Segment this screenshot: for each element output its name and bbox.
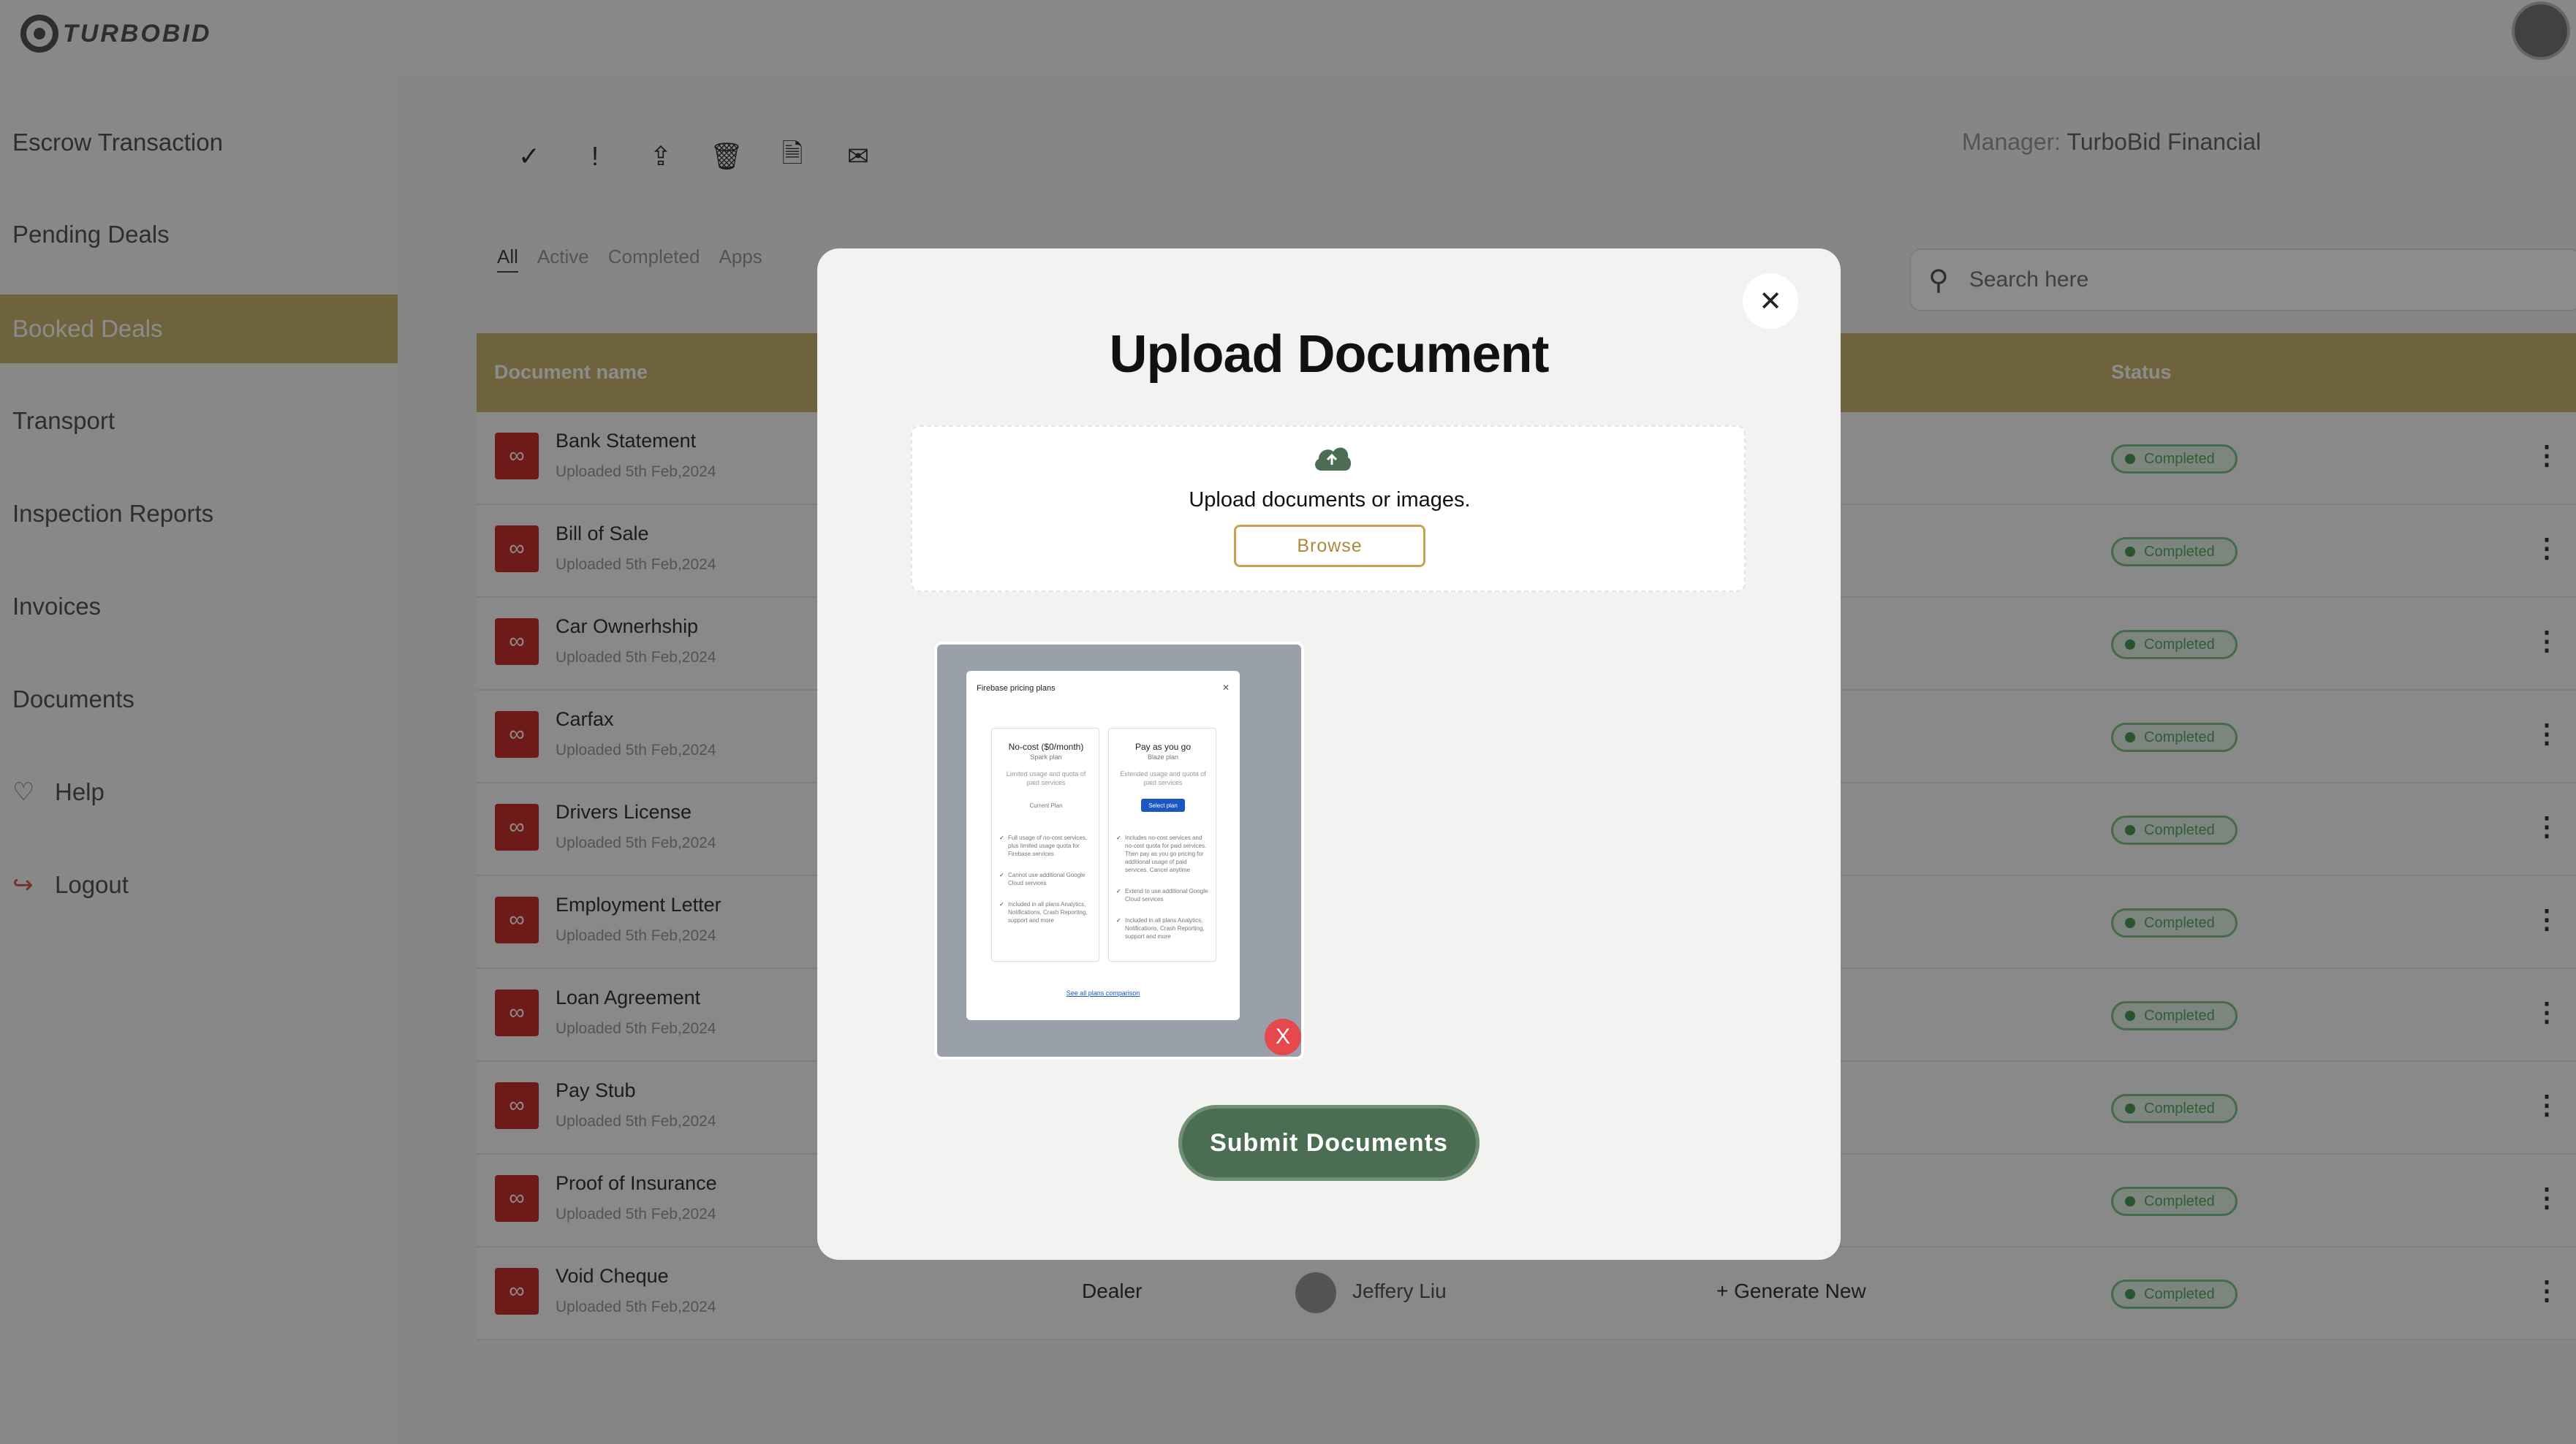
upload-document-modal: ✕ Upload Document Upload documents or im… — [817, 248, 1841, 1260]
preview-plan-card: Pay as you go Blaze plan Extended usage … — [1108, 728, 1216, 962]
plan-button: Select plan — [1141, 799, 1185, 812]
preview-plan-card: No-cost ($0/month) Spark plan Limited us… — [991, 728, 1099, 962]
upload-instructions: Upload documents or images. — [1189, 488, 1471, 512]
plan-feature: Full usage of no-cost services, plus lim… — [999, 834, 1093, 858]
preview-thumbnail: Firebase pricing plans ✕ No-cost ($0/mon… — [966, 671, 1240, 1020]
close-icon[interactable]: ✕ — [1743, 273, 1798, 329]
preview-title: Firebase pricing plans — [977, 684, 1056, 693]
plan-sub: Spark plan — [1030, 753, 1062, 761]
plan-features: Full usage of no-cost services, plus lim… — [999, 834, 1093, 938]
plan-feature: Includes no-cost services and no-cost qu… — [1116, 834, 1210, 874]
preview-close-icon: ✕ — [1221, 683, 1230, 693]
browse-button[interactable]: Browse — [1234, 525, 1425, 567]
plan-name: Pay as you go — [1134, 742, 1192, 752]
modal-title: Upload Document — [1109, 325, 1549, 384]
plan-feature: Cannot use additional Google Cloud servi… — [999, 871, 1093, 887]
plan-name: No-cost ($0/month) — [1008, 742, 1084, 752]
plan-button: Current Plan — [1029, 802, 1063, 809]
plan-feature: Included in all plans Analytics, Notific… — [999, 900, 1093, 924]
plan-desc: Limited usage and quota of paid services — [1006, 770, 1086, 786]
submit-documents-button[interactable]: Submit Documents — [1178, 1105, 1480, 1181]
plan-sub: Blaze plan — [1147, 753, 1179, 761]
plan-feature: Extend to use additional Google Cloud se… — [1116, 887, 1210, 903]
preview-link: See all plans comparison — [1066, 989, 1140, 997]
plan-features: Includes no-cost services and no-cost qu… — [1116, 834, 1210, 954]
uploaded-image-preview: Firebase pricing plans ✕ No-cost ($0/mon… — [934, 642, 1304, 1060]
upload-dropzone[interactable]: Upload documents or images. Browse — [911, 425, 1746, 592]
cloud-upload-icon — [1315, 447, 1352, 471]
plan-desc: Extended usage and quota of paid service… — [1120, 770, 1206, 786]
plan-feature: Included in all plans Analytics, Notific… — [1116, 916, 1210, 940]
remove-image-button[interactable]: X — [1265, 1019, 1301, 1055]
